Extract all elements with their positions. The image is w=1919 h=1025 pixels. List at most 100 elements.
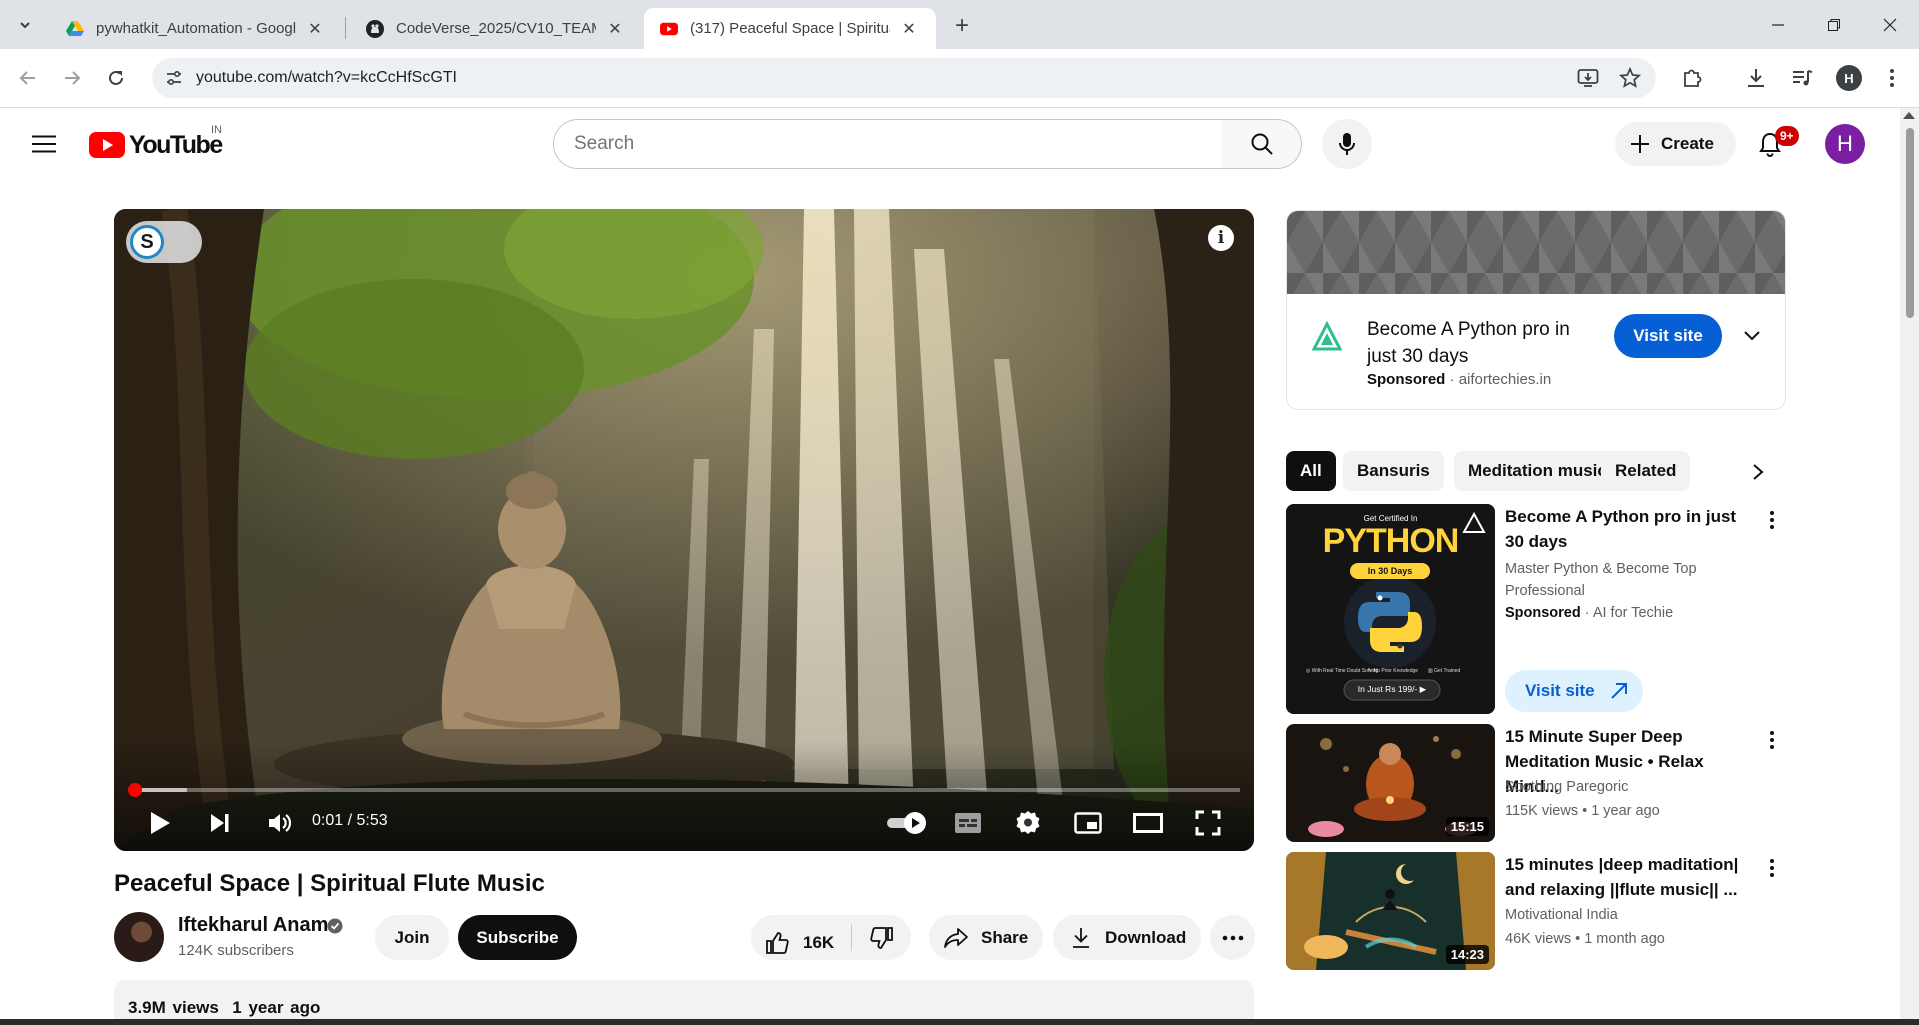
- miniplayer-button[interactable]: [1066, 801, 1110, 845]
- subscribe-button[interactable]: Subscribe: [458, 915, 577, 960]
- autoplay-toggle[interactable]: [884, 801, 930, 845]
- rec-menu-button[interactable]: [1762, 856, 1782, 880]
- rec-menu-button[interactable]: [1762, 508, 1782, 532]
- microphone-icon: [1339, 133, 1355, 155]
- voice-search-button[interactable]: [1322, 119, 1372, 169]
- upload-age: 1 year ago: [232, 998, 321, 1017]
- account-avatar[interactable]: H: [1825, 124, 1865, 164]
- rec-sponsored-meta: Sponsored · AI for Techie: [1505, 605, 1674, 621]
- rec-menu-button[interactable]: [1762, 728, 1782, 752]
- ad-banner-image[interactable]: [1287, 211, 1785, 294]
- back-button[interactable]: [12, 62, 44, 94]
- aifortechies-logo-icon: [1311, 321, 1343, 351]
- play-button[interactable]: [140, 801, 180, 845]
- scrollbar-thumb[interactable]: [1906, 128, 1914, 318]
- extension-toggle[interactable]: S: [126, 221, 202, 263]
- music-queue-icon: [1793, 70, 1813, 86]
- rec-title[interactable]: Become A Python pro in just 30 days: [1505, 504, 1755, 554]
- rec-title[interactable]: 15 minutes |deep maditation| and relaxin…: [1505, 852, 1755, 902]
- miniplayer-icon: [1074, 812, 1102, 834]
- bookmark-star-icon[interactable]: [1618, 66, 1642, 90]
- extensions-button[interactable]: [1676, 62, 1708, 94]
- youtube-logo[interactable]: YouTube IN: [89, 124, 223, 160]
- download-label: Download: [1105, 927, 1187, 947]
- tab-youtube-active[interactable]: (317) Peaceful Space | Spiritual ✕: [644, 8, 936, 49]
- verified-badge-icon: [327, 918, 343, 934]
- browser-menu-button[interactable]: [1876, 62, 1908, 94]
- visit-site-button[interactable]: Visit site: [1614, 314, 1722, 358]
- ad-meta: Sponsored · aifortechies.in: [1367, 371, 1552, 388]
- create-button[interactable]: Create: [1615, 122, 1736, 166]
- progress-bar[interactable]: [128, 783, 1240, 797]
- address-bar[interactable]: youtube.com/watch?v=kcCcHfScGTI: [152, 58, 1656, 98]
- list-item[interactable]: 15:15 15 Minute Super Deep Meditation Mu…: [1286, 724, 1786, 844]
- restore-button[interactable]: [1806, 0, 1862, 49]
- more-horizontal-icon: [1222, 935, 1243, 940]
- video-thumbnail[interactable]: 14:23: [1286, 852, 1495, 970]
- forward-button[interactable]: [56, 62, 88, 94]
- close-icon[interactable]: ✕: [606, 20, 624, 38]
- chip-related[interactable]: Related: [1601, 451, 1691, 491]
- fullscreen-button[interactable]: [1186, 801, 1230, 845]
- tab-search-button[interactable]: [12, 12, 38, 38]
- list-item[interactable]: 14:23 15 minutes |deep maditation| and r…: [1286, 852, 1786, 972]
- scroll-up-arrow-icon[interactable]: [1903, 112, 1915, 119]
- close-icon[interactable]: ✕: [306, 20, 324, 38]
- more-actions-button[interactable]: [1210, 915, 1255, 960]
- download-button[interactable]: Download: [1053, 915, 1201, 960]
- info-icon[interactable]: i: [1208, 225, 1234, 251]
- kebab-menu-icon: [1770, 511, 1774, 529]
- close-icon[interactable]: ✕: [900, 20, 918, 38]
- youtube-masthead: YouTube IN Create 9+ H: [0, 108, 1900, 180]
- sidebar-ad-card[interactable]: Become A Python pro in just 30 days Spon…: [1286, 210, 1786, 410]
- guide-menu-button[interactable]: [28, 128, 60, 160]
- settings-button[interactable]: [1006, 801, 1050, 845]
- reload-icon: [109, 70, 123, 85]
- share-arrow-icon: [943, 927, 969, 949]
- visit-site-pill-button[interactable]: Visit site: [1505, 670, 1643, 712]
- download-icon: [1071, 927, 1091, 949]
- site-info-icon[interactable]: [164, 68, 184, 88]
- new-tab-button[interactable]: +: [948, 12, 976, 40]
- chip-meditation-music[interactable]: Meditation music: [1454, 451, 1621, 491]
- browser-profile-avatar[interactable]: H: [1836, 65, 1862, 91]
- channel-avatar[interactable]: [114, 912, 164, 962]
- duration-badge: 15:15: [1445, 817, 1489, 836]
- rec-channel[interactable]: Soothing Paregoric: [1505, 776, 1755, 798]
- downloads-button[interactable]: [1740, 62, 1772, 94]
- channel-name[interactable]: Iftekharul Anam: [178, 914, 328, 937]
- svg-text:✎ No Prior Knowledge: ✎ No Prior Knowledge: [1368, 668, 1418, 674]
- search-input[interactable]: [574, 133, 1174, 155]
- video-player[interactable]: S i 0:01 / 5:53: [114, 209, 1254, 851]
- install-app-icon[interactable]: [1576, 66, 1600, 90]
- share-button[interactable]: Share: [929, 915, 1043, 960]
- next-button[interactable]: [200, 801, 240, 845]
- mute-button[interactable]: [260, 801, 300, 845]
- theater-mode-button[interactable]: [1126, 801, 1170, 845]
- google-drive-icon: [66, 20, 84, 38]
- chevron-right-icon: [1753, 464, 1764, 480]
- reload-button[interactable]: [100, 62, 132, 94]
- list-item-sponsored[interactable]: ◎ With Real Time Doubt Solving ✎ No Prio…: [1286, 504, 1786, 716]
- tab-title: (317) Peaceful Space | Spiritual: [690, 20, 890, 37]
- chip-bansuris[interactable]: Bansuris: [1343, 451, 1444, 491]
- chip-all[interactable]: All: [1286, 451, 1336, 491]
- sponsored-thumbnail[interactable]: ◎ With Real Time Doubt Solving ✎ No Prio…: [1286, 504, 1495, 714]
- like-count: 16K: [803, 932, 835, 952]
- ad-expand-button[interactable]: [1737, 321, 1767, 351]
- tab-google-drive[interactable]: pywhatkit_Automation - Google ✕: [50, 8, 340, 49]
- media-controls-button[interactable]: [1786, 62, 1818, 94]
- minimize-button[interactable]: [1750, 0, 1806, 49]
- subtitles-button[interactable]: [946, 801, 990, 845]
- join-button[interactable]: Join: [375, 915, 449, 960]
- rec-channel[interactable]: Motivational India: [1505, 904, 1755, 926]
- search-box[interactable]: [553, 119, 1223, 169]
- close-window-button[interactable]: [1862, 0, 1918, 49]
- video-thumbnail[interactable]: 15:15: [1286, 724, 1495, 842]
- tab-github[interactable]: CodeVerse_2025/CV10_TEAM_II ✕: [350, 8, 640, 49]
- chips-next-button[interactable]: [1740, 454, 1776, 490]
- search-button[interactable]: [1222, 119, 1302, 169]
- dislike-button[interactable]: [852, 915, 912, 960]
- like-button[interactable]: 16K: [751, 920, 851, 965]
- ad-title[interactable]: Become A Python pro in just 30 days: [1367, 316, 1597, 370]
